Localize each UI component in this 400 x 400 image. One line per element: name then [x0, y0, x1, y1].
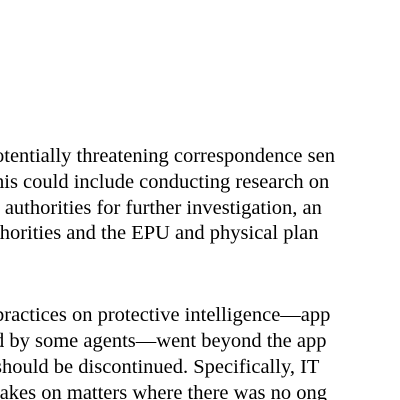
text-line: t authorities for further investigation,…	[0, 197, 322, 219]
document-page: otentially threatening correspondence se…	[0, 0, 400, 400]
text-line: should be discontinued. Specifically, IT	[0, 356, 320, 378]
text-line: his could include conducting research on	[0, 171, 330, 193]
text-line: practices on protective intelligence—app	[0, 304, 331, 326]
text-line: takes on matters where there was no ong	[0, 382, 328, 400]
text-line: otentially threatening correspondence se…	[0, 145, 335, 167]
text-line: d by some agents—went beyond the app	[0, 330, 327, 352]
text-line: thorities and the EPU and physical plan	[0, 222, 319, 244]
